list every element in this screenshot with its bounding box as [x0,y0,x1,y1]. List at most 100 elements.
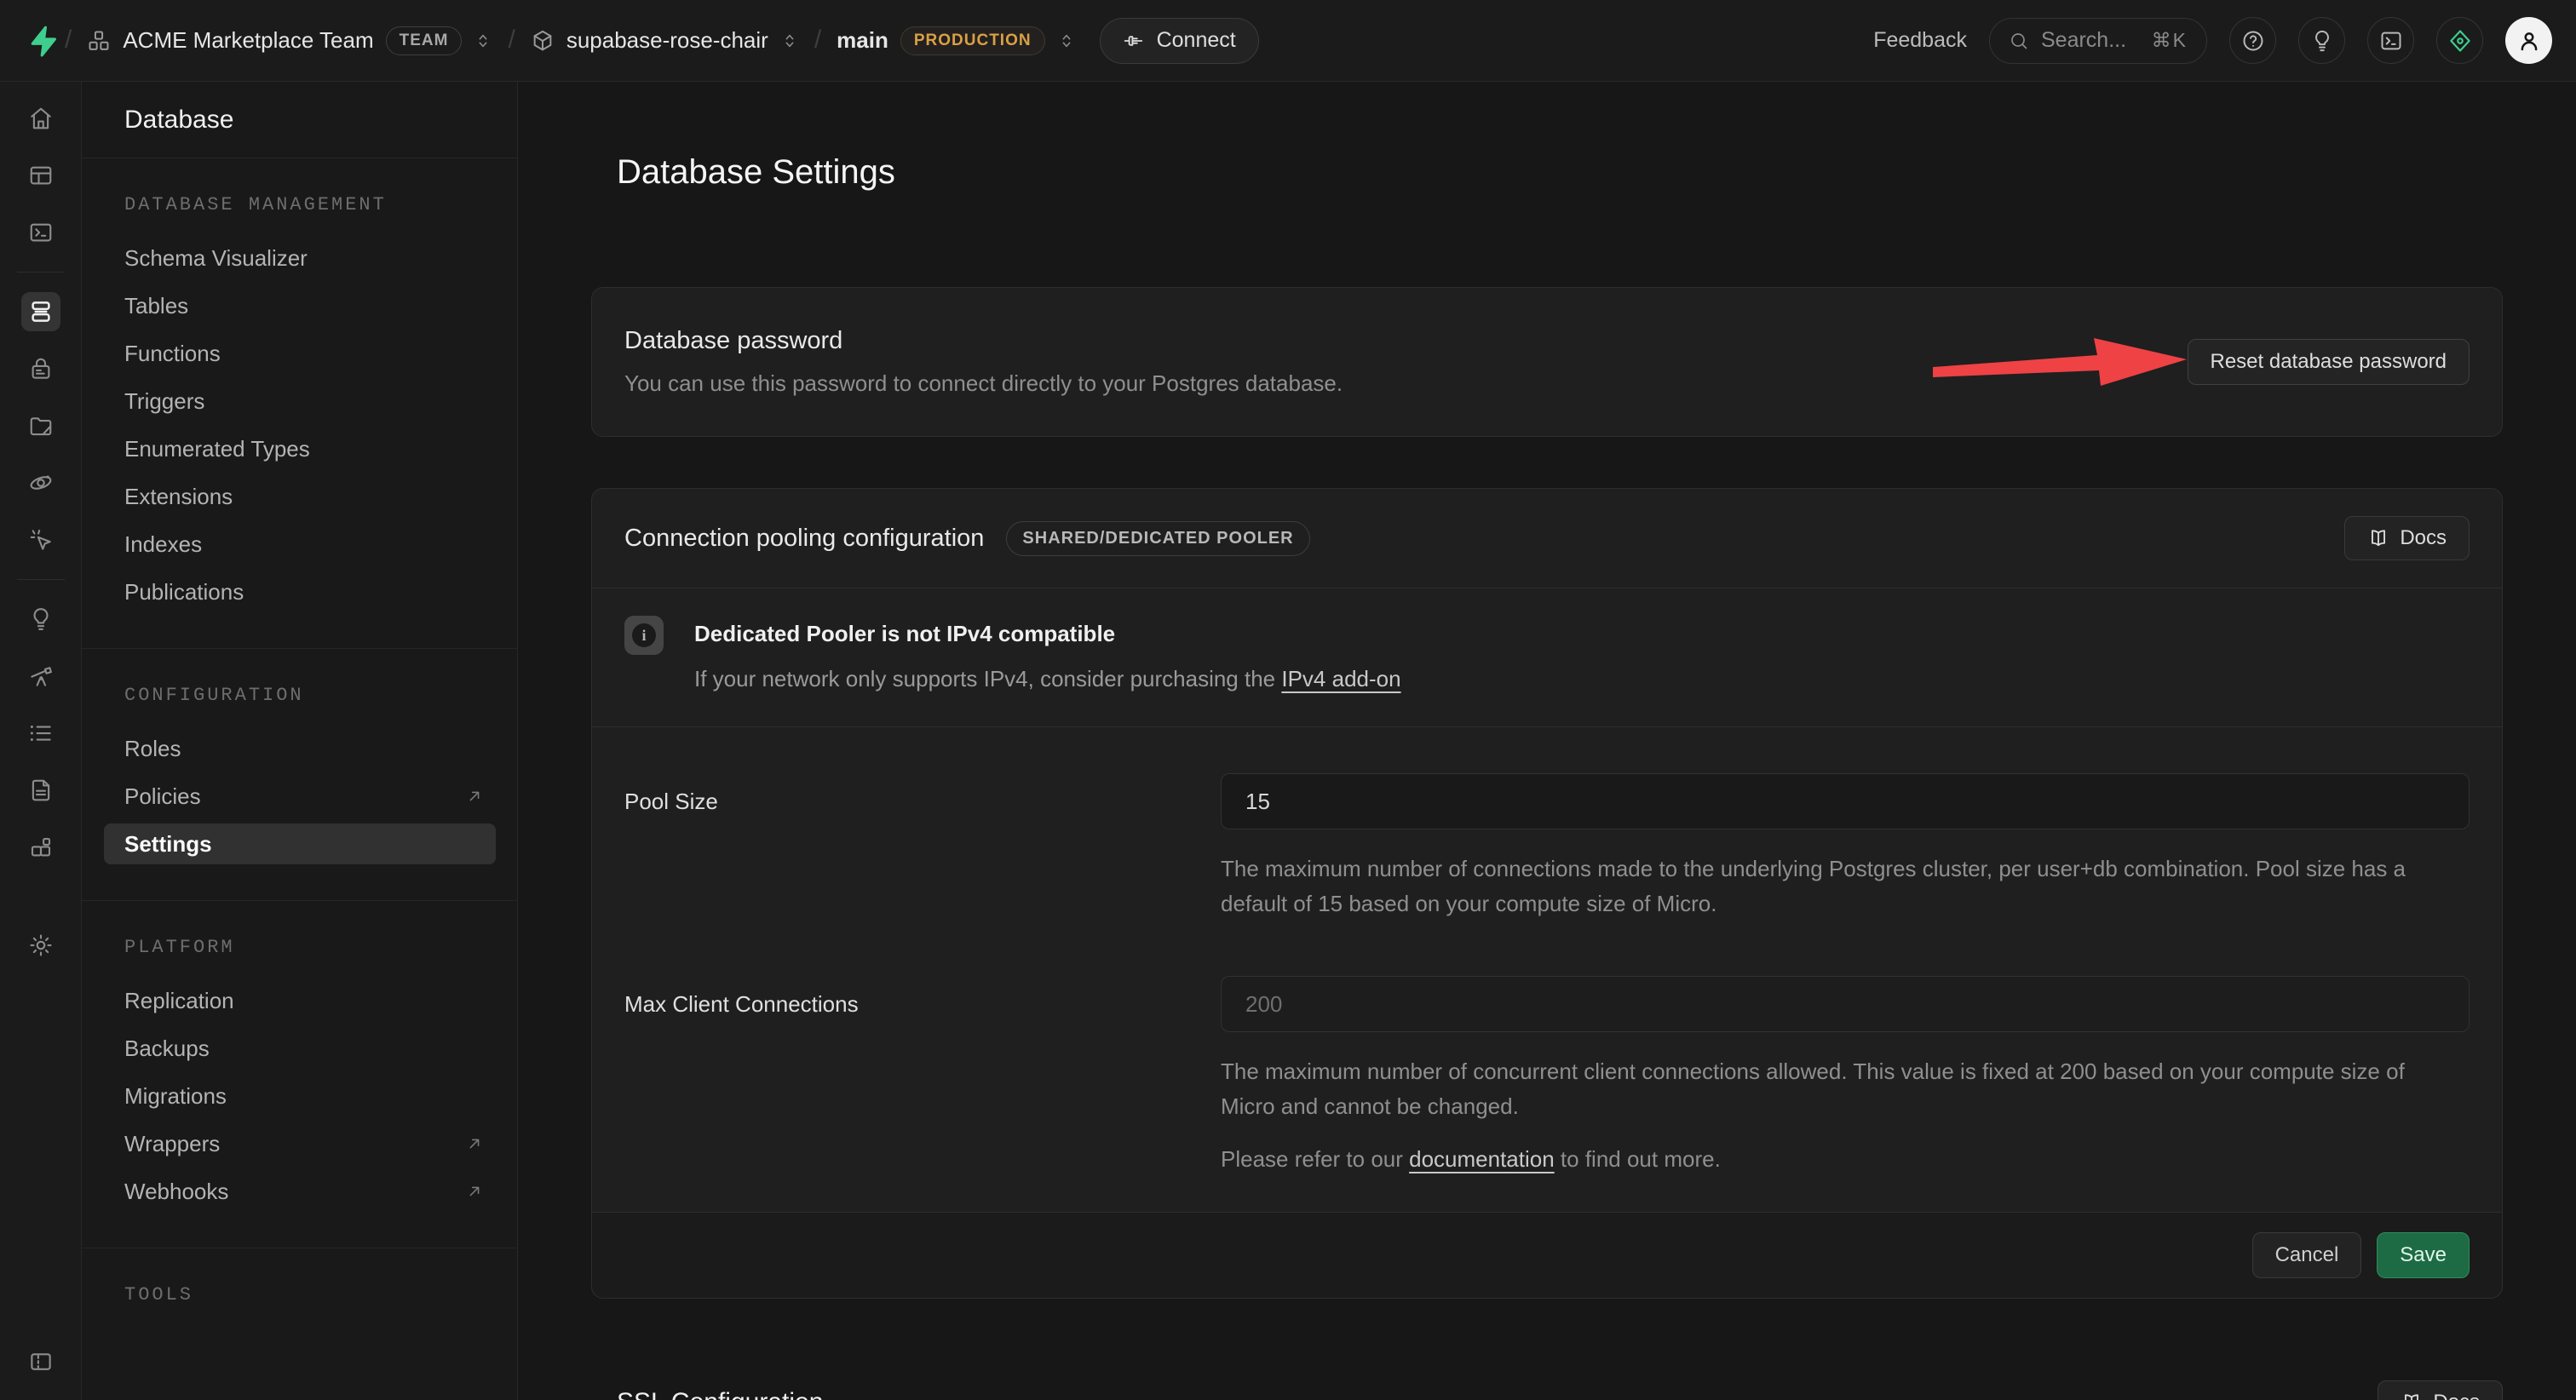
sidebar-item-settings[interactable]: Settings [104,823,496,864]
connect-button[interactable]: Connect [1100,18,1259,64]
rail-edge-functions-icon[interactable] [21,463,60,502]
breadcrumb-branch[interactable]: main PRODUCTION [837,26,1075,55]
help-button[interactable] [2229,17,2276,64]
save-button[interactable]: Save [2377,1232,2470,1278]
sidebar-item-roles[interactable]: Roles [104,728,496,769]
sidebar-item-functions[interactable]: Functions [104,333,496,374]
page-title: Database Settings [617,153,2503,192]
ipv4-alert: i Dedicated Pooler is not IPv4 compatibl… [592,588,2502,726]
pooling-docs-button[interactable]: Docs [2344,516,2470,560]
documentation-link[interactable]: documentation [1409,1146,1555,1172]
rail-database-icon[interactable] [21,292,60,331]
feedback-button[interactable]: Feedback [1873,28,1967,53]
reset-database-password-button[interactable]: Reset database password [2188,339,2470,385]
rail-integrations-icon[interactable] [21,828,60,867]
production-badge: PRODUCTION [900,26,1045,55]
external-link-icon [465,1134,484,1153]
organization-icon [87,29,111,53]
sidebar-section-tools: TOOLS [82,1248,517,1334]
pooler-type-badge: SHARED/DEDICATED POOLER [1006,521,1309,556]
breadcrumb-separator: / [508,26,515,55]
pool-size-label: Pool Size [624,773,1221,921]
rail-home-icon[interactable] [21,99,60,138]
search-input[interactable]: Search... ⌘K [1989,18,2207,64]
documentation-note: Please refer to our documentation to fin… [1221,1146,2470,1173]
sidebar-item-extensions[interactable]: Extensions [104,476,496,517]
org-switcher-chevrons-icon[interactable] [474,32,492,50]
section-header: TOOLS [82,1284,517,1305]
sidebar-section-platform: PLATFORM Replication Backups Migrations … [82,901,517,1248]
password-card-text: Database password You can use this passw… [624,327,1343,397]
sidebar-item-wrappers[interactable]: Wrappers [104,1123,496,1164]
sidebar-item-publications[interactable]: Publications [104,571,496,612]
max-client-connections-input[interactable] [1221,976,2470,1032]
breadcrumb-separator: / [65,26,72,55]
icon-rail [0,82,82,1400]
sidebar-item-schema-visualizer[interactable]: Schema Visualizer [104,238,496,278]
org-plan-badge: TEAM [386,26,463,55]
cancel-button[interactable]: Cancel [2252,1232,2362,1278]
breadcrumb-org[interactable]: ACME Marketplace Team TEAM [87,26,492,55]
section-header: CONFIGURATION [82,685,517,706]
sidebar-item-migrations[interactable]: Migrations [104,1076,496,1116]
rail-realtime-icon[interactable] [21,520,60,559]
user-avatar[interactable] [2505,17,2552,64]
max-client-connections-row: Max Client Connections The maximum numbe… [624,976,2470,1173]
connect-label: Connect [1157,28,1236,53]
project-name: supabase-rose-chair [566,27,768,54]
rail-auth-icon[interactable] [21,349,60,388]
max-client-connections-control: The maximum number of concurrent client … [1221,976,2470,1173]
rail-table-editor-icon[interactable] [21,156,60,195]
ai-assistant-button[interactable] [2436,17,2483,64]
plug-icon [1123,30,1145,52]
connection-pooling-card: Connection pooling configuration SHARED/… [591,488,2503,1299]
project-switcher-chevrons-icon[interactable] [780,32,799,50]
search-placeholder: Search... [2041,28,2126,53]
user-icon [2516,28,2542,54]
pool-size-input[interactable] [1221,773,2470,829]
sidebar-item-indexes[interactable]: Indexes [104,524,496,565]
sidebar-item-webhooks[interactable]: Webhooks [104,1171,496,1212]
sidebar-item-triggers[interactable]: Triggers [104,381,496,422]
breadcrumb-project[interactable]: supabase-rose-chair [531,27,799,54]
supabase-logo-icon[interactable] [24,22,61,60]
main-content: Database Settings Database password You … [518,82,2576,1400]
rail-divider [17,579,65,580]
external-link-icon [465,787,484,806]
password-card-description: You can use this password to connect dir… [624,370,1343,397]
database-sidebar: Database DATABASE MANAGEMENT Schema Visu… [82,82,518,1400]
branch-switcher-chevrons-icon[interactable] [1057,32,1076,50]
pool-size-row: Pool Size The maximum number of connecti… [624,773,2470,921]
project-box-icon [531,29,555,53]
search-icon [2009,31,2029,51]
breadcrumb-separator: / [814,26,821,55]
ssl-section-title: SSL Configuration [617,1388,823,1400]
sidebar-section-configuration: CONFIGURATION Roles Policies Settings [82,649,517,901]
sidebar-item-backups[interactable]: Backups [104,1028,496,1069]
rail-logs-icon[interactable] [21,714,60,753]
rail-advisors-icon[interactable] [21,600,60,639]
rail-api-docs-icon[interactable] [21,771,60,810]
rail-collapse-sidebar-icon[interactable] [21,1342,60,1381]
info-icon: i [624,616,664,655]
sidebar-item-policies[interactable]: Policies [104,776,496,817]
topbar: / ACME Marketplace Team TEAM / supabase-… [0,0,2576,82]
hints-button[interactable] [2298,17,2345,64]
rail-divider [17,272,65,273]
rail-sql-editor-icon[interactable] [21,213,60,252]
rail-storage-icon[interactable] [21,406,60,445]
sidebar-item-replication[interactable]: Replication [104,980,496,1021]
command-console-button[interactable] [2367,17,2414,64]
external-link-icon [465,1182,484,1201]
rail-reports-icon[interactable] [21,657,60,696]
ipv4-addon-link[interactable]: IPv4 add-on [1281,666,1400,691]
rail-settings-icon[interactable] [21,926,60,965]
pooling-fields: Pool Size The maximum number of connecti… [592,726,2502,1212]
max-client-connections-helper: The maximum number of concurrent client … [1221,1054,2464,1124]
section-header: PLATFORM [82,937,517,958]
ssl-configuration-section: SSL Configuration Docs [591,1380,2503,1400]
ssl-docs-button[interactable]: Docs [2378,1380,2503,1400]
sidebar-item-enumerated-types[interactable]: Enumerated Types [104,428,496,469]
pooling-card-header: Connection pooling configuration SHARED/… [592,489,2502,588]
sidebar-item-tables[interactable]: Tables [104,285,496,326]
